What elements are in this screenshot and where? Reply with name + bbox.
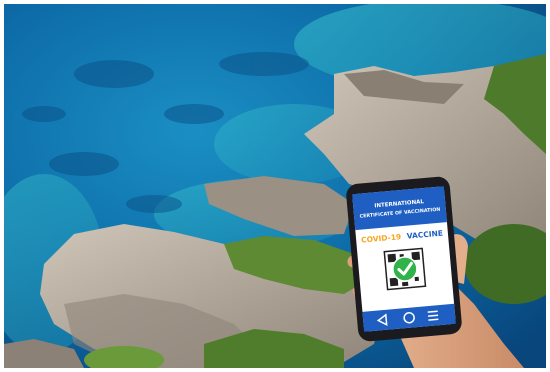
photo: INTERNATIONAL CERTIFICATE OF VACCINATION… bbox=[4, 4, 546, 368]
scene-svg: INTERNATIONAL CERTIFICATE OF VACCINATION… bbox=[4, 4, 546, 368]
smartphone: INTERNATIONAL CERTIFICATE OF VACCINATION… bbox=[346, 176, 462, 342]
